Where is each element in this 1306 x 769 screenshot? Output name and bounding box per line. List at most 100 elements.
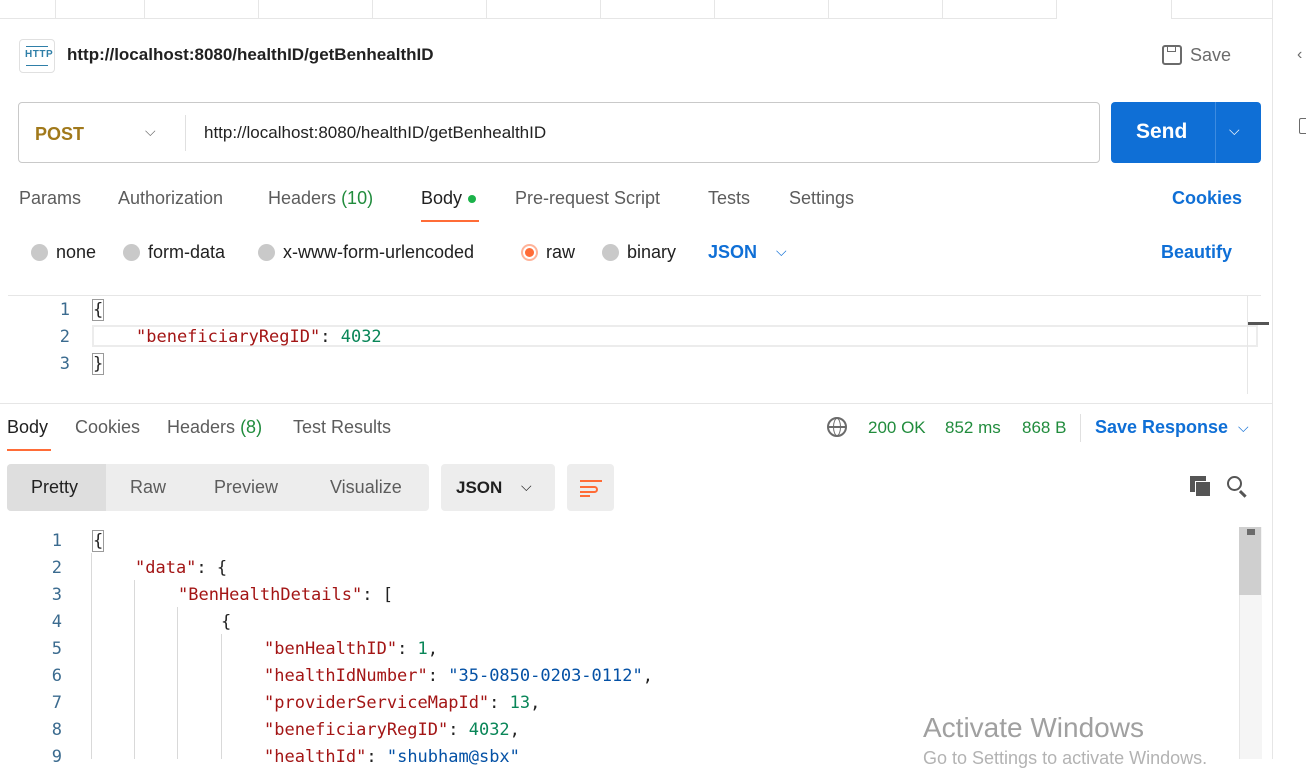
- tab-separator: [144, 0, 145, 18]
- resp-tab-headers[interactable]: Headers (8): [167, 417, 262, 438]
- tab-settings[interactable]: Settings: [789, 188, 854, 209]
- globe-icon[interactable]: [827, 417, 847, 437]
- view-pretty[interactable]: Pretty: [31, 477, 78, 498]
- response-view-switch: Pretty Raw Preview Visualize: [7, 464, 429, 511]
- radio-urlencoded[interactable]: x-www-form-urlencoded: [258, 242, 474, 263]
- view-visualize[interactable]: Visualize: [330, 477, 402, 498]
- code-line: "providerServiceMapId": 13,: [264, 693, 541, 713]
- status-divider: [1080, 414, 1081, 442]
- scrollbar-marker: [1248, 322, 1269, 325]
- send-button[interactable]: Send ⌵: [1111, 102, 1261, 163]
- save-response-button[interactable]: Save Response: [1095, 417, 1228, 438]
- save-button[interactable]: Save: [1162, 43, 1231, 67]
- line-number: 1: [59, 300, 70, 320]
- active-tab-indicator: [7, 449, 51, 451]
- radio-label: raw: [546, 242, 576, 262]
- matched-brace: }: [92, 353, 105, 375]
- word-wrap-button[interactable]: [567, 464, 614, 511]
- json-key: "data": [135, 558, 197, 578]
- code-line: "BenHealthDetails": [: [178, 585, 393, 605]
- radio-label: form-data: [148, 242, 226, 262]
- http-icon-text: HTTP: [25, 49, 54, 60]
- send-label: Send: [1136, 120, 1188, 143]
- documentation-icon[interactable]: [1299, 118, 1306, 134]
- format-label: JSON: [456, 478, 503, 497]
- json-key: "healthId": [264, 747, 367, 767]
- view-preview[interactable]: Preview: [214, 477, 278, 498]
- arrow-line: [26, 46, 48, 47]
- indent-guide: [91, 553, 92, 759]
- scrollbar-thumb[interactable]: [1239, 527, 1261, 595]
- method-select[interactable]: POST: [35, 124, 84, 145]
- radio-circle[interactable]: [31, 244, 48, 261]
- editor-scrollbar[interactable]: [1247, 296, 1248, 394]
- word-wrap-icon-line: [580, 495, 590, 497]
- code-line: {: [221, 612, 232, 632]
- request-title[interactable]: http://localhost:8080/healthID/getBenhea…: [67, 45, 434, 65]
- copy-icon[interactable]: [1190, 476, 1212, 498]
- tab-body[interactable]: Body: [421, 188, 477, 209]
- copy-icon-front: [1195, 481, 1211, 497]
- headers-count: (10): [341, 188, 374, 208]
- tab-pre-request-script[interactable]: Pre-request Script: [515, 188, 660, 209]
- chevron-down-icon[interactable]: ⌵: [1229, 122, 1240, 139]
- request-body-editor[interactable]: 1 2 3 { "beneficiaryRegID": 4032 }: [8, 295, 1269, 394]
- radio-binary[interactable]: binary: [602, 242, 676, 263]
- tab-headers-label: Headers: [268, 188, 337, 208]
- line-number: 4: [51, 612, 62, 632]
- line-number: 7: [51, 693, 62, 713]
- right-sidebar: ‹: [1272, 0, 1306, 759]
- tab-separator: [55, 0, 56, 18]
- radio-circle[interactable]: [602, 244, 619, 261]
- url-input[interactable]: [204, 123, 1084, 143]
- radio-none[interactable]: none: [31, 242, 96, 263]
- view-raw[interactable]: Raw: [130, 477, 166, 498]
- beautify-button[interactable]: Beautify: [1161, 242, 1232, 263]
- tab-authorization[interactable]: Authorization: [118, 188, 223, 209]
- scrollbar-marker: [1247, 529, 1255, 535]
- code-line: "beneficiaryRegID": 4032,: [264, 720, 520, 740]
- matched-brace: {: [92, 530, 105, 552]
- collapse-chevron-icon[interactable]: ‹: [1297, 46, 1302, 64]
- resp-tab-body[interactable]: Body: [7, 417, 48, 438]
- json-key: "healthIdNumber": [264, 666, 428, 686]
- code-line: }: [92, 353, 105, 375]
- tab-params[interactable]: Params: [19, 188, 81, 209]
- radio-raw[interactable]: raw: [521, 242, 575, 263]
- response-time[interactable]: 852 ms: [945, 418, 1001, 438]
- radio-circle[interactable]: [258, 244, 275, 261]
- json-number: 4032: [468, 720, 510, 740]
- line-number: 2: [51, 558, 62, 578]
- chevron-down-icon[interactable]: ⌵: [1238, 419, 1249, 436]
- tab-headers[interactable]: Headers (10): [268, 188, 373, 209]
- pane-divider[interactable]: [0, 403, 1272, 404]
- chevron-down-icon[interactable]: ⌵: [145, 123, 156, 140]
- radio-label: binary: [627, 242, 677, 262]
- raw-format-select[interactable]: JSON: [708, 242, 757, 263]
- tab-separator: [372, 0, 373, 18]
- status-code[interactable]: 200 OK: [868, 418, 926, 438]
- radio-form-data[interactable]: form-data: [123, 242, 225, 263]
- tab-tests[interactable]: Tests: [708, 188, 750, 209]
- code-line: "beneficiaryRegID": 4032: [136, 327, 382, 347]
- chevron-down-icon[interactable]: ⌵: [776, 243, 787, 260]
- response-size[interactable]: 868 B: [1022, 418, 1066, 438]
- radio-label: none: [56, 242, 97, 262]
- code-line: {: [92, 299, 105, 321]
- resp-tab-test-results[interactable]: Test Results: [293, 417, 391, 438]
- cookies-link[interactable]: Cookies: [1172, 188, 1242, 209]
- radio-circle[interactable]: [123, 244, 140, 261]
- json-punc: : [: [362, 585, 393, 605]
- active-request-tab[interactable]: [1056, 0, 1172, 19]
- radio-circle-selected[interactable]: [521, 244, 538, 261]
- line-number: 5: [51, 639, 62, 659]
- response-format-select[interactable]: JSON ⌵: [441, 464, 555, 511]
- tab-separator: [600, 0, 601, 18]
- json-string: "35-0850-0203-0112": [448, 666, 643, 686]
- tab-body-label: Body: [421, 188, 463, 208]
- search-icon[interactable]: [1227, 476, 1242, 491]
- json-string: "shubham@sbx": [386, 747, 520, 767]
- json-key: "beneficiaryRegID": [136, 327, 321, 347]
- resp-tab-cookies[interactable]: Cookies: [75, 417, 140, 438]
- code-line: "data": {: [135, 558, 227, 578]
